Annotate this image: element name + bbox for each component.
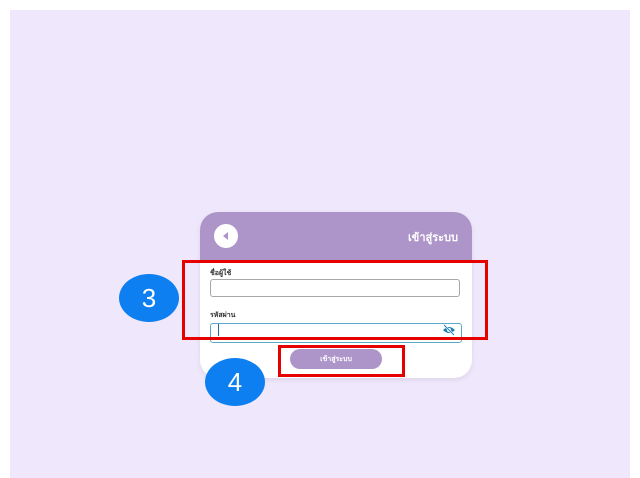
step-4-badge: 4 (205, 358, 265, 406)
button-highlight-box (278, 345, 405, 377)
fields-highlight-box (182, 260, 488, 340)
step-3-badge: 3 (119, 274, 179, 322)
card-header: เข้าสู่ระบบ (200, 212, 472, 260)
back-button[interactable] (214, 224, 238, 248)
card-title: เข้าสู่ระบบ (408, 231, 458, 244)
back-arrow-icon (223, 232, 228, 240)
